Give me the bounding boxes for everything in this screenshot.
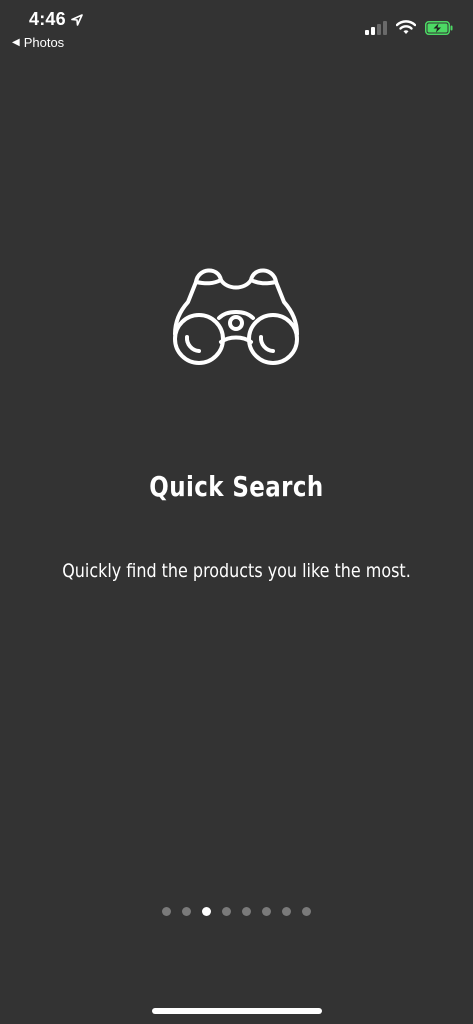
location-arrow-icon [71, 13, 83, 26]
status-time: 4:46 [29, 9, 83, 30]
status-indicators [365, 20, 453, 35]
wifi-icon [396, 20, 416, 34]
page-dot-8[interactable] [302, 907, 311, 916]
onboarding-screen: 4:46 ◀ Photos Quick Search Quickly find … [0, 0, 473, 1024]
cellular-signal-icon [365, 20, 387, 35]
onboarding-subtitle: Quickly find the products you like the m… [62, 560, 411, 582]
page-dot-3-active[interactable] [202, 907, 211, 916]
page-dot-6[interactable] [262, 907, 271, 916]
page-dot-2[interactable] [182, 907, 191, 916]
home-indicator[interactable] [152, 1008, 322, 1014]
page-dot-1[interactable] [162, 907, 171, 916]
binoculars-icon [173, 268, 299, 365]
page-dot-7[interactable] [282, 907, 291, 916]
status-time-label: 4:46 [29, 9, 66, 29]
page-indicator[interactable] [0, 907, 473, 916]
back-to-photos-link[interactable]: ◀ Photos [12, 35, 64, 50]
back-link-label: Photos [23, 35, 65, 50]
battery-charging-icon [425, 20, 453, 35]
page-dot-5[interactable] [242, 907, 251, 916]
page-dot-4[interactable] [222, 907, 231, 916]
back-triangle-icon: ◀ [12, 37, 20, 48]
onboarding-title: Quick Search [149, 470, 324, 503]
